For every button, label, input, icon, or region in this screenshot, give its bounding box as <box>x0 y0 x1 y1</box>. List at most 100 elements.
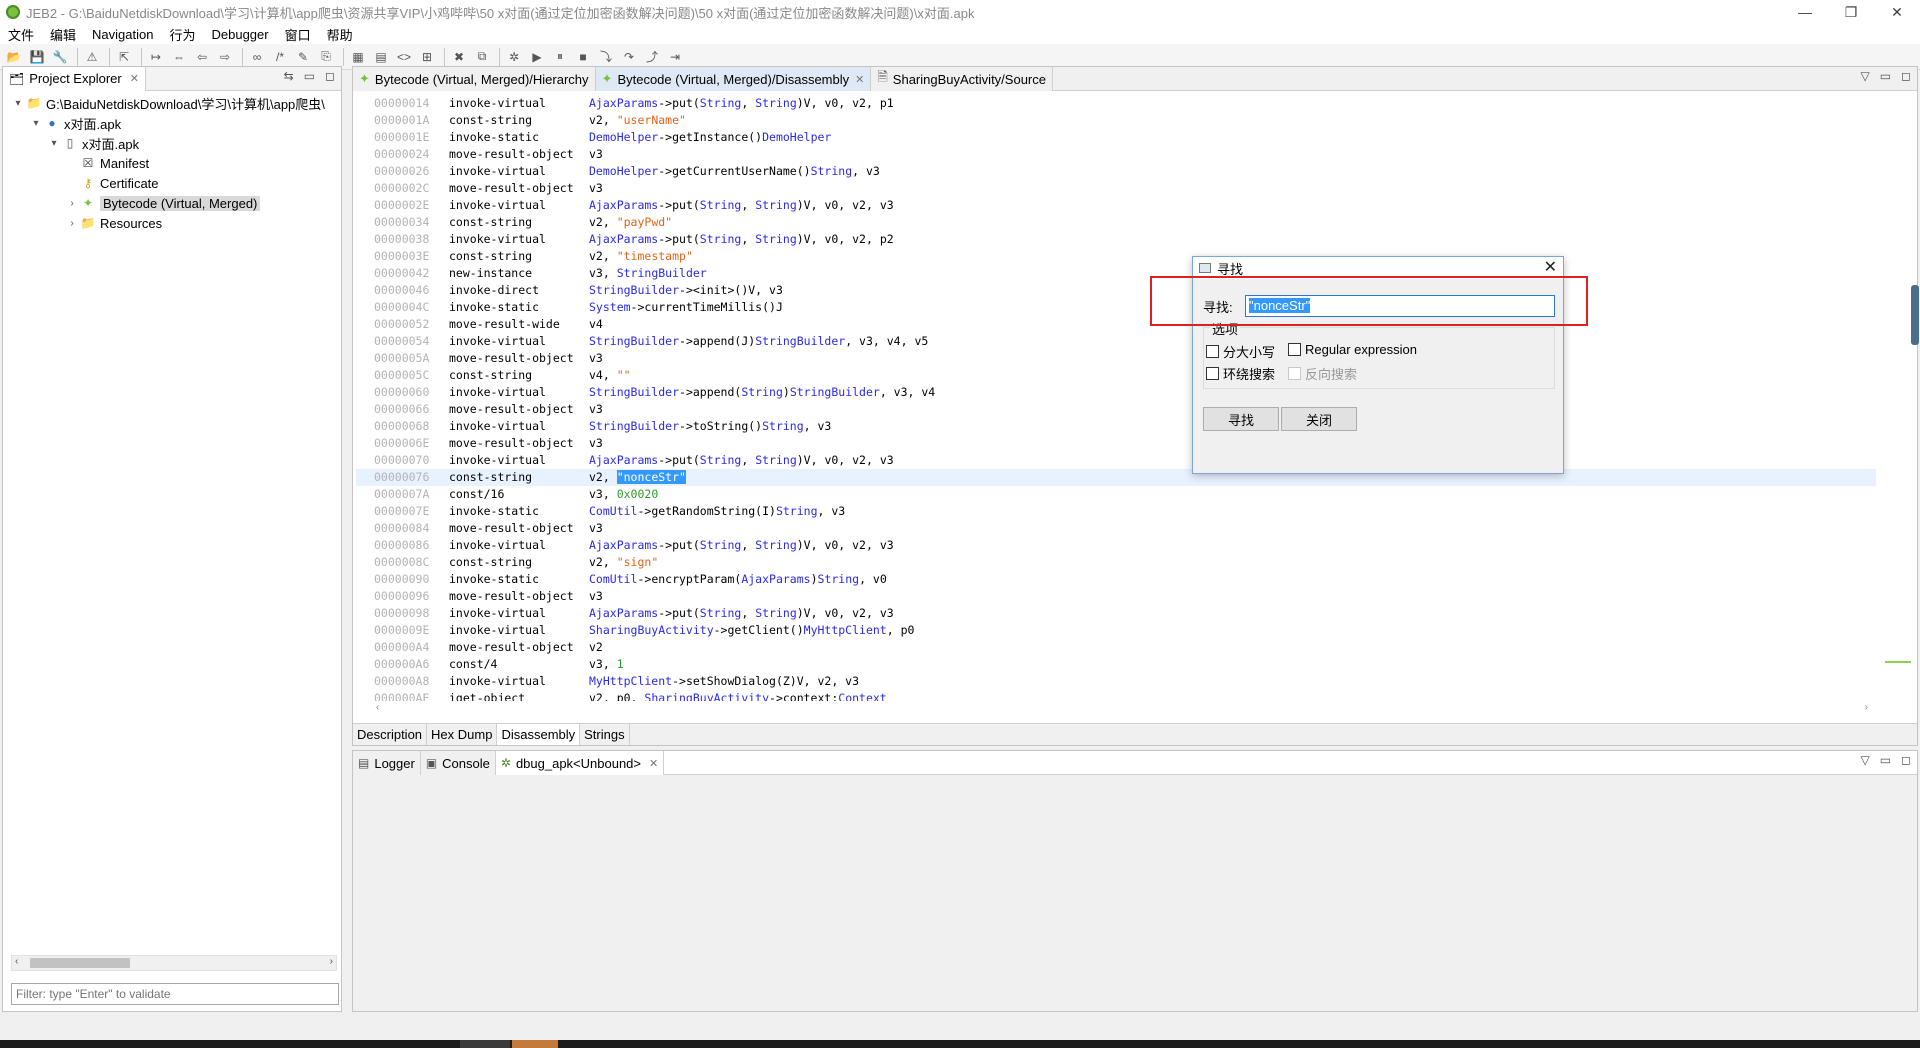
editor-tab[interactable]: ✦ Bytecode (Virtual, Merged)/Hierarchy <box>353 67 596 91</box>
expanded-chevron-icon[interactable]: ▾ <box>11 98 25 109</box>
maximize-panel-icon[interactable]: ◻ <box>1901 69 1911 83</box>
scroll-thumb[interactable] <box>30 958 130 968</box>
scroll-left-icon[interactable]: ‹ <box>376 702 379 713</box>
tree-item[interactable]: ⚷ Certificate <box>3 173 341 193</box>
code-line[interactable]: 00000026 invoke-virtual DemoHelper->getCur… <box>356 163 1876 180</box>
warning-icon[interactable]: ⚠ <box>82 47 102 67</box>
editor-tab[interactable]: 🗎 SharingBuyActivity/Source <box>871 67 1053 91</box>
code-line[interactable]: 0000002C move-result-object v3 <box>356 180 1876 197</box>
code-line[interactable]: 0000004C invoke-static System->currentTime… <box>356 299 1876 316</box>
code-line[interactable]: 00000034 const-string v2, "payPwd" <box>356 214 1876 231</box>
save-icon[interactable]: 💾 <box>27 47 47 67</box>
editor-view-tab[interactable]: Disassembly <box>497 724 581 745</box>
code-horizontal-scrollbar[interactable]: ‹ › <box>356 702 1876 716</box>
pause-icon[interactable]: ⏸ <box>550 47 570 67</box>
tree-item[interactable]: ☒ Manifest <box>3 153 341 173</box>
code-line[interactable]: 00000066 move-result-object v3 <box>356 401 1876 418</box>
editor-view-tab[interactable]: Strings <box>580 724 630 745</box>
code-line[interactable]: 00000070 invoke-virtual AjaxParams->put(St… <box>356 452 1876 469</box>
regex-checkbox[interactable]: Regular expression <box>1288 342 1417 357</box>
collapsed-chevron-icon[interactable]: › <box>65 198 79 209</box>
wrap-search-checkbox[interactable]: 环绕搜索 <box>1206 364 1275 383</box>
jump-icon[interactable]: ↦ <box>146 47 166 67</box>
tree-item[interactable]: › ✦ Bytecode (Virtual, Merged) <box>3 193 341 213</box>
open-folder-icon[interactable]: 📂 <box>4 47 24 67</box>
code-line[interactable]: 00000098 invoke-virtual AjaxParams->put(St… <box>356 605 1876 622</box>
tab-project-explorer[interactable]: 🗂 Project Explorer ✕ <box>3 66 146 91</box>
code-line[interactable]: 0000001A const-string v2, "userName" <box>356 112 1876 129</box>
find-button[interactable]: 寻找 <box>1203 407 1279 431</box>
xref-icon[interactable]: ⇔ <box>169 47 189 67</box>
code-line[interactable]: 0000007A const/16 v3, 0x0020 <box>356 486 1876 503</box>
expanded-chevron-icon[interactable]: ▾ <box>29 118 43 129</box>
menu-item[interactable]: 帮助 <box>319 25 361 44</box>
console-tab[interactable]: ✲ dbug_apk<Unbound> ✕ <box>495 751 665 775</box>
tree-icon[interactable]: ⊞ <box>417 47 437 67</box>
code-line[interactable]: 00000068 invoke-virtual StringBuilder->toS… <box>356 418 1876 435</box>
stop-icon[interactable]: ■ <box>573 47 593 67</box>
close-button[interactable]: 关闭 <box>1281 407 1357 431</box>
tree-item[interactable]: › 📁 Resources <box>3 213 341 233</box>
code-line[interactable]: 000000A6 const/4 v3, 1 <box>356 656 1876 673</box>
code-line[interactable]: 00000084 move-result-object v3 <box>356 520 1876 537</box>
code-line[interactable]: 00000038 invoke-virtual AjaxParams->put(St… <box>356 231 1876 248</box>
grid-icon[interactable]: ▦ <box>348 47 368 67</box>
rename-icon[interactable]: ✎ <box>293 47 313 67</box>
menu-item[interactable]: Navigation <box>84 27 161 42</box>
close-icon[interactable]: ✕ <box>649 757 658 770</box>
checkbox-box[interactable] <box>1288 343 1301 356</box>
code-line[interactable]: 0000006E move-result-object v3 <box>356 435 1876 452</box>
taskbar-item[interactable] <box>460 1040 510 1048</box>
checkbox-box[interactable] <box>1206 345 1219 358</box>
scroll-right-icon[interactable]: › <box>1865 702 1868 713</box>
minimize-panel-icon[interactable]: ▭ <box>304 69 315 83</box>
checkbox-box[interactable] <box>1206 367 1219 380</box>
code-line[interactable]: 0000001E invoke-static DemoHelper->getInst… <box>356 129 1876 146</box>
maximize-panel-icon[interactable]: ◻ <box>1901 753 1911 767</box>
comment-icon[interactable]: /* <box>270 47 290 67</box>
menu-item[interactable]: 窗口 <box>277 25 319 44</box>
code-line[interactable]: 00000046 invoke-direct StringBuilder-><ini… <box>356 282 1876 299</box>
code-icon[interactable]: <> <box>394 47 414 67</box>
code-line[interactable]: 000000A8 invoke-virtual MyHttpClient->setS… <box>356 673 1876 690</box>
code-line[interactable]: 00000090 invoke-static ComUtil->encryptPar… <box>356 571 1876 588</box>
delete-icon[interactable]: ✖ <box>449 47 469 67</box>
link-editor-icon[interactable]: ⇆ <box>284 69 294 83</box>
step-over-icon[interactable]: ↷ <box>619 47 639 67</box>
code-line[interactable]: 00000096 move-result-object v3 <box>356 588 1876 605</box>
scroll-right-icon[interactable]: › <box>330 956 333 967</box>
console-tab[interactable]: ▣ Console <box>420 751 496 775</box>
editor-view-tab[interactable]: Hex Dump <box>427 724 498 745</box>
taskbar-item[interactable] <box>512 1040 558 1048</box>
menu-item[interactable]: 编辑 <box>42 25 84 44</box>
code-line[interactable]: 00000052 move-result-wide v4 <box>356 316 1876 333</box>
minimize-panel-icon[interactable]: ▭ <box>1880 753 1891 767</box>
menu-item[interactable]: Debugger <box>203 27 276 42</box>
close-icon[interactable]: ✕ <box>130 72 139 85</box>
code-line[interactable]: 0000005A move-result-object v3 <box>356 350 1876 367</box>
overview-ruler[interactable] <box>1885 95 1911 715</box>
code-line[interactable]: 0000008C const-string v2, "sign" <box>356 554 1876 571</box>
tree-item[interactable]: ▾ 📁 G:\BaiduNetdiskDownload\学习\计算机\app爬虫\ <box>3 93 341 113</box>
ruler-marker[interactable] <box>1885 661 1911 663</box>
code-line[interactable]: 00000060 invoke-virtual StringBuilder->app… <box>356 384 1876 401</box>
editor-view-tab[interactable]: Description <box>353 724 428 745</box>
tree-item[interactable]: ▾ ● x对面.apk <box>3 113 341 133</box>
case-sensitive-checkbox[interactable]: 分大小写 <box>1206 342 1275 361</box>
menu-item[interactable]: 行为 <box>161 25 203 44</box>
convert-icon[interactable]: ⎘ <box>316 47 336 67</box>
code-line[interactable]: 00000014 invoke-virtual AjaxParams->put(St… <box>356 95 1876 112</box>
step-into-icon[interactable]: ⤵ <box>596 47 616 67</box>
code-line[interactable]: 0000002E invoke-virtual AjaxParams->put(St… <box>356 197 1876 214</box>
forward-icon[interactable]: ⇨ <box>215 47 235 67</box>
close-window-button[interactable]: ✕ <box>1874 0 1920 24</box>
step-out-icon[interactable]: ⤴ <box>642 47 662 67</box>
close-icon[interactable]: ✕ <box>855 73 864 86</box>
code-line[interactable]: 00000086 invoke-virtual AjaxParams->put(St… <box>356 537 1876 554</box>
debug-start-icon[interactable]: ✲ <box>504 47 524 67</box>
view-menu-icon[interactable]: ▽ <box>1860 753 1869 767</box>
collapsed-chevron-icon[interactable]: › <box>65 218 79 229</box>
code-line[interactable]: 000000A4 move-result-object v2 <box>356 639 1876 656</box>
code-line[interactable]: 00000042 new-instance v3, StringBuilder <box>356 265 1876 282</box>
export-icon[interactable]: ⇱ <box>114 47 134 67</box>
